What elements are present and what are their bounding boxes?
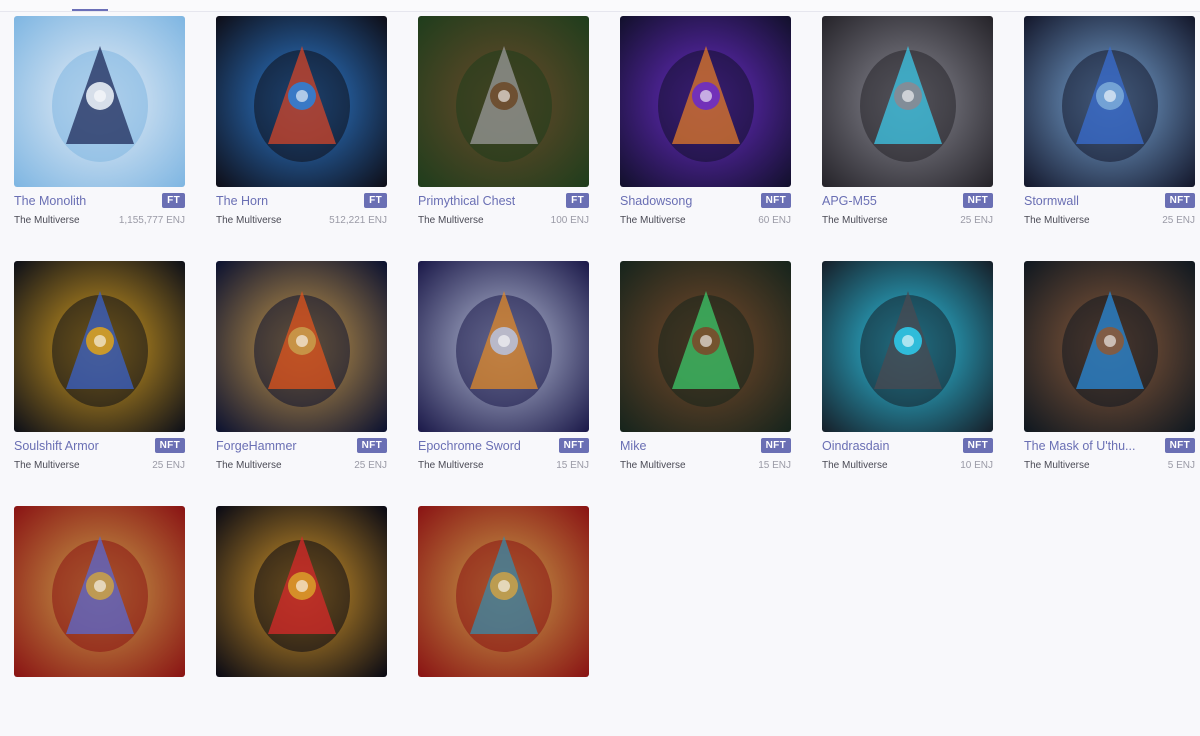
item-artwork[interactable] (418, 16, 589, 187)
item-card[interactable]: Epochrome Sword NFT The Multiverse 15 ENJ (418, 261, 589, 491)
top-navigation-bar (0, 0, 1200, 12)
item-price: 10 ENJ (960, 460, 993, 471)
item-card[interactable]: Shadowsong NFT The Multiverse 60 ENJ (620, 16, 791, 246)
item-artwork[interactable] (14, 506, 185, 677)
item-price: 25 ENJ (960, 215, 993, 226)
item-card[interactable] (216, 506, 387, 736)
item-name[interactable]: Stormwall (1024, 194, 1079, 208)
item-name[interactable]: APG-M55 (822, 194, 877, 208)
item-price: 15 ENJ (758, 460, 791, 471)
token-type-badge: NFT (154, 438, 185, 453)
token-type-badge: FT (162, 193, 185, 208)
item-creator: The Multiverse (822, 460, 888, 471)
item-price: 25 ENJ (354, 460, 387, 471)
active-tab-indicator (72, 9, 108, 11)
item-artwork[interactable] (418, 261, 589, 432)
item-creator: The Multiverse (14, 215, 80, 226)
token-type-badge: NFT (760, 438, 791, 453)
item-name[interactable]: ForgeHammer (216, 439, 297, 453)
item-name[interactable]: Primythical Chest (418, 194, 515, 208)
token-type-badge: NFT (962, 193, 993, 208)
item-price: 512,221 ENJ (329, 215, 387, 226)
item-artwork[interactable] (822, 16, 993, 187)
item-price: 100 ENJ (550, 215, 589, 226)
item-creator: The Multiverse (1024, 215, 1090, 226)
item-creator: The Multiverse (418, 460, 484, 471)
item-artwork[interactable] (620, 16, 791, 187)
item-artwork[interactable] (822, 261, 993, 432)
item-artwork[interactable] (14, 261, 185, 432)
item-name[interactable]: Epochrome Sword (418, 439, 521, 453)
item-card[interactable]: APG-M55 NFT The Multiverse 25 ENJ (822, 16, 993, 246)
item-artwork[interactable] (216, 506, 387, 677)
token-type-badge: NFT (962, 438, 993, 453)
item-creator: The Multiverse (620, 460, 686, 471)
item-name[interactable]: The Horn (216, 194, 268, 208)
token-type-badge: NFT (760, 193, 791, 208)
item-creator: The Multiverse (216, 460, 282, 471)
item-creator: The Multiverse (1024, 460, 1090, 471)
item-artwork[interactable] (216, 261, 387, 432)
token-type-badge: NFT (356, 438, 387, 453)
item-card[interactable]: Mike NFT The Multiverse 15 ENJ (620, 261, 791, 491)
item-card[interactable]: Stormwall NFT The Multiverse 25 ENJ (1024, 16, 1195, 246)
item-creator: The Multiverse (418, 215, 484, 226)
item-price: 25 ENJ (1162, 215, 1195, 226)
item-card[interactable]: The Mask of U'thu... NFT The Multiverse 5 E… (1024, 261, 1195, 491)
item-artwork[interactable] (1024, 261, 1195, 432)
item-creator: The Multiverse (822, 215, 888, 226)
item-name[interactable]: Soulshift Armor (14, 439, 99, 453)
item-name[interactable]: Shadowsong (620, 194, 692, 208)
item-artwork[interactable] (620, 261, 791, 432)
item-artwork[interactable] (1024, 16, 1195, 187)
item-artwork[interactable] (418, 506, 589, 677)
item-card[interactable] (14, 506, 185, 736)
item-price: 60 ENJ (758, 215, 791, 226)
item-card[interactable] (418, 506, 589, 736)
token-type-badge: NFT (1164, 193, 1195, 208)
item-artwork[interactable] (216, 16, 387, 187)
item-card[interactable]: ForgeHammer NFT The Multiverse 25 ENJ (216, 261, 387, 491)
item-name[interactable]: Oindrasdain (822, 439, 889, 453)
token-type-badge: NFT (1164, 438, 1195, 453)
item-name[interactable]: The Mask of U'thu... (1024, 439, 1135, 453)
token-type-badge: NFT (558, 438, 589, 453)
item-creator: The Multiverse (216, 215, 282, 226)
item-name[interactable]: Mike (620, 439, 646, 453)
item-card[interactable]: The Horn FT The Multiverse 512,221 ENJ (216, 16, 387, 246)
item-creator: The Multiverse (14, 460, 80, 471)
item-card[interactable]: Primythical Chest FT The Multiverse 100 ENJ (418, 16, 589, 246)
item-name[interactable]: The Monolith (14, 194, 86, 208)
item-card[interactable]: Soulshift Armor NFT The Multiverse 25 ENJ (14, 261, 185, 491)
item-price: 1,155,777 ENJ (118, 215, 185, 226)
item-creator: The Multiverse (620, 215, 686, 226)
token-type-badge: FT (566, 193, 589, 208)
item-artwork[interactable] (14, 16, 185, 187)
token-type-badge: FT (364, 193, 387, 208)
item-price: 25 ENJ (152, 460, 185, 471)
item-price: 15 ENJ (556, 460, 589, 471)
item-price: 5 ENJ (1167, 460, 1195, 471)
item-card[interactable]: The Monolith FT The Multiverse 1,155,777 EN… (14, 16, 185, 246)
item-card[interactable]: Oindrasdain NFT The Multiverse 10 ENJ (822, 261, 993, 491)
